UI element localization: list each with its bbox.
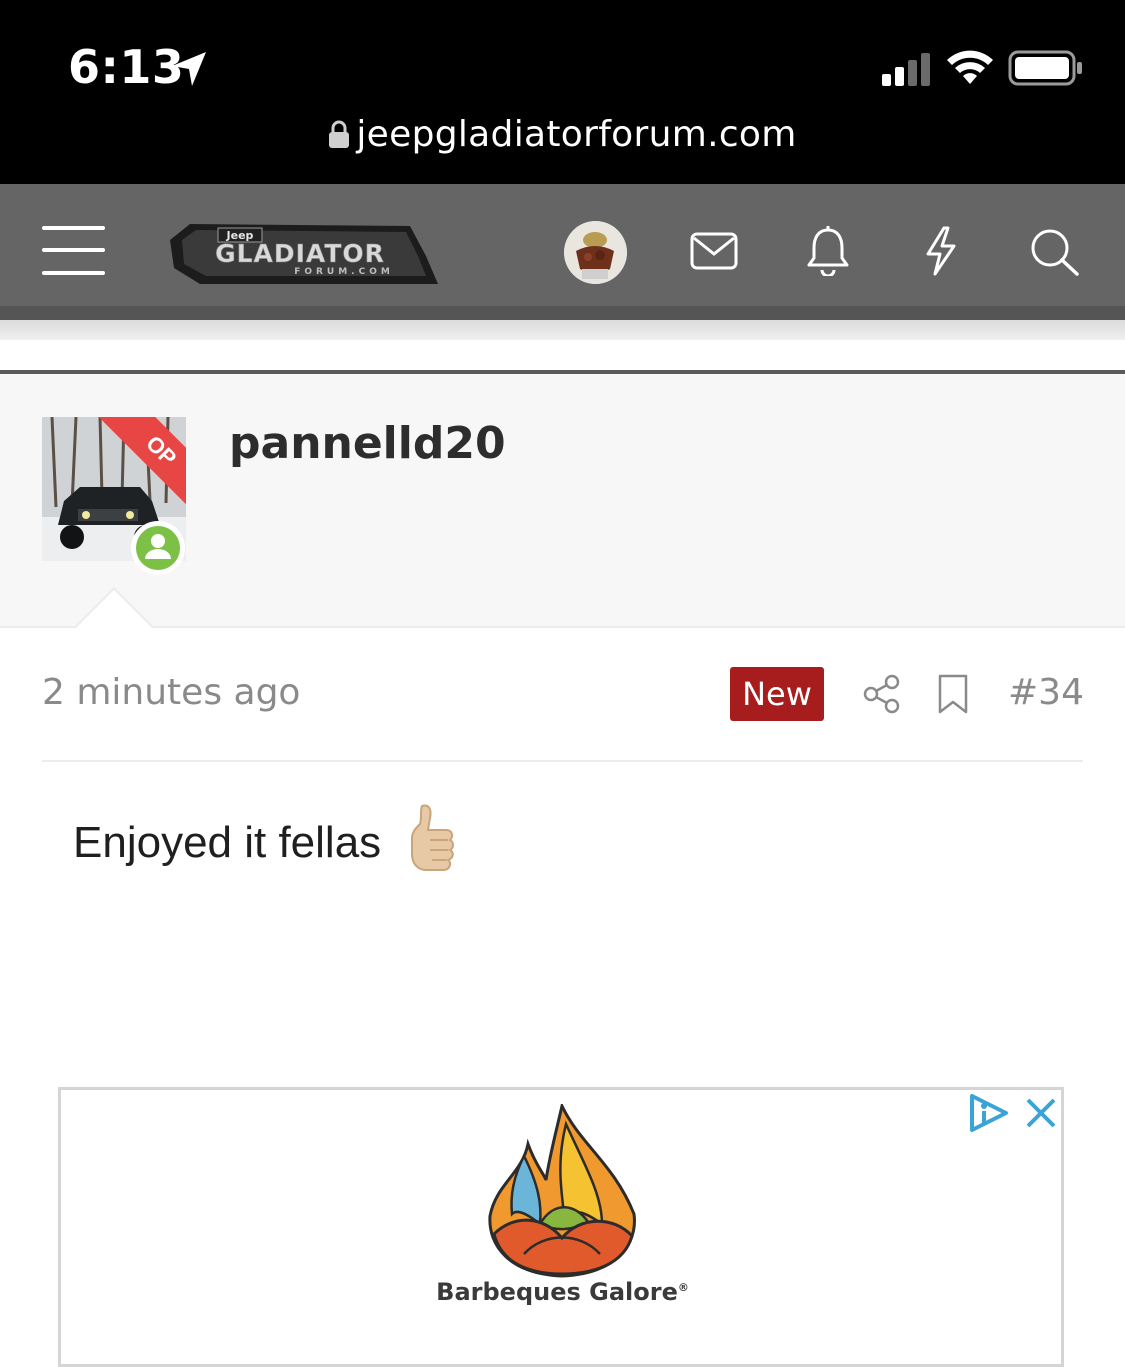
cellular-signal-icon — [882, 53, 930, 86]
address-bar[interactable]: jeepgladiatorforum.com — [0, 114, 1125, 155]
menu-icon[interactable] — [42, 226, 105, 276]
jeep-gladiator-forum-logo[interactable]: Jeep GLADIATOR FORUM.COM — [160, 214, 444, 290]
url-text: jeepgladiatorforum.com — [356, 114, 797, 155]
bookmark-icon[interactable] — [937, 673, 969, 715]
status-time: 6:13 — [68, 40, 185, 94]
author-username[interactable]: pannelld20 — [229, 418, 506, 469]
battery-icon — [1008, 50, 1082, 86]
op-badge: OP — [93, 417, 186, 519]
lightning-icon[interactable] — [922, 226, 958, 276]
status-bar: 6:13 jeepgladiatorforum.com — [0, 0, 1125, 184]
post-body-text: Enjoyed it fellas — [73, 818, 382, 867]
thumbs-up-icon — [411, 804, 454, 871]
new-badge: New — [730, 667, 824, 721]
adchoices-icon[interactable] — [968, 1092, 1010, 1134]
post-separator — [42, 760, 1083, 762]
bell-icon[interactable] — [806, 226, 850, 276]
navbar-shadow — [0, 306, 1125, 320]
online-status-badge — [131, 521, 185, 575]
search-icon[interactable] — [1030, 228, 1080, 276]
barbeques-galore-flame-logo — [488, 1104, 636, 1278]
navbar-subbar — [0, 320, 1125, 340]
share-icon[interactable] — [862, 674, 902, 714]
ad-brand-text: Barbeques Galore — [436, 1278, 678, 1306]
logo-main-text: GLADIATOR — [215, 239, 385, 268]
ad-brand-trademark: ® — [677, 1281, 689, 1294]
ad-brand-name: Barbeques Galore® — [0, 1278, 1125, 1306]
logo-sub-text: FORUM.COM — [294, 267, 394, 277]
wifi-icon — [947, 50, 993, 84]
account-avatar[interactable] — [564, 221, 627, 284]
post-timestamp[interactable]: 2 minutes ago — [42, 672, 300, 713]
user-online-icon — [136, 526, 180, 570]
close-ad-icon[interactable] — [1024, 1096, 1058, 1130]
location-arrow-icon — [172, 52, 206, 86]
envelope-icon[interactable] — [690, 232, 738, 270]
panel-pointer — [76, 590, 152, 628]
lock-icon — [329, 120, 350, 148]
post-number[interactable]: #34 — [1008, 672, 1084, 713]
